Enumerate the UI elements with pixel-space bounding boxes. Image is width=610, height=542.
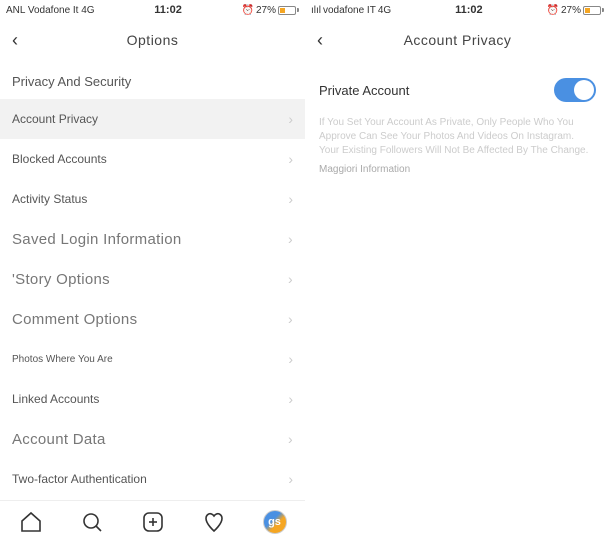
battery-icon bbox=[278, 6, 299, 15]
page-title: Options bbox=[0, 32, 305, 48]
carrier-label: ANL Vodafone It 4G bbox=[6, 5, 95, 16]
list-item-saved-login-information[interactable]: Saved Login Information › bbox=[0, 219, 305, 259]
chevron-right-icon: › bbox=[288, 191, 293, 207]
search-icon[interactable] bbox=[80, 510, 104, 534]
battery-icon bbox=[583, 6, 604, 15]
chevron-right-icon: › bbox=[288, 431, 293, 447]
list-item-label: Account Privacy bbox=[12, 112, 98, 126]
status-bar-right: ılıl vodafone IT 4G 11:02 ⏰ 27% bbox=[305, 0, 610, 20]
add-post-icon[interactable] bbox=[141, 510, 165, 534]
list-item-account-privacy[interactable]: Account Privacy › bbox=[0, 99, 305, 139]
account-privacy-screen: ılıl vodafone IT 4G 11:02 ⏰ 27% ‹ Accoun… bbox=[305, 0, 610, 542]
alarm-icon: ⏰ bbox=[242, 5, 254, 16]
nav-bar: ‹ Account Privacy bbox=[305, 20, 610, 60]
back-button[interactable]: ‹ bbox=[12, 30, 18, 51]
list-item-label: Account Data bbox=[12, 431, 106, 448]
tab-bar: gs bbox=[0, 500, 305, 542]
list-item-blocked-accounts[interactable]: Blocked Accounts › bbox=[0, 139, 305, 179]
chevron-right-icon: › bbox=[288, 391, 293, 407]
profile-avatar[interactable]: gs bbox=[263, 510, 287, 534]
network-label: 4G bbox=[378, 5, 391, 16]
battery-pct: 27% bbox=[256, 5, 276, 16]
nav-bar: ‹ Options bbox=[0, 20, 305, 60]
list-item-linked-accounts[interactable]: Linked Accounts › bbox=[0, 379, 305, 419]
more-info-link[interactable]: Maggiori Information bbox=[305, 162, 610, 177]
clock: 11:02 bbox=[154, 4, 182, 16]
private-account-row: Private Account bbox=[305, 60, 610, 112]
alarm-icon: ⏰ bbox=[547, 5, 559, 16]
list-item-label: Photos Where You Are bbox=[12, 354, 113, 365]
chevron-right-icon: › bbox=[288, 311, 293, 327]
settings-list: Account Privacy›Blocked Accounts›Activit… bbox=[0, 99, 305, 539]
list-item-two-factor-authentication[interactable]: Two-factor Authentication › bbox=[0, 459, 305, 499]
list-item-label: Blocked Accounts bbox=[12, 152, 107, 166]
chevron-right-icon: › bbox=[288, 271, 293, 287]
section-header-privacy: Privacy And Security bbox=[0, 60, 305, 99]
list-item-activity-status[interactable]: Activity Status › bbox=[0, 179, 305, 219]
list-item-label: Comment Options bbox=[12, 311, 137, 328]
home-icon[interactable] bbox=[19, 510, 43, 534]
list-item-photos-where-you-are[interactable]: Photos Where You Are › bbox=[0, 339, 305, 379]
list-item-label: Activity Status bbox=[12, 192, 87, 206]
status-bar-left: ANL Vodafone It 4G 11:02 ⏰ 27% bbox=[0, 0, 305, 20]
carrier-label: vodafone IT bbox=[323, 5, 376, 16]
signal-icon: ılıl bbox=[311, 5, 321, 16]
privacy-description: If You Set Your Account As Private, Only… bbox=[305, 112, 610, 162]
chevron-right-icon: › bbox=[288, 231, 293, 247]
chevron-right-icon: › bbox=[288, 471, 293, 487]
heart-icon[interactable] bbox=[202, 510, 226, 534]
avatar: gs bbox=[263, 510, 287, 534]
clock: 11:02 bbox=[455, 4, 483, 16]
chevron-right-icon: › bbox=[288, 351, 293, 367]
private-account-toggle[interactable] bbox=[554, 78, 596, 102]
page-title: Account Privacy bbox=[305, 32, 610, 48]
list-item-account-data[interactable]: Account Data › bbox=[0, 419, 305, 459]
list-item-label: Two-factor Authentication bbox=[12, 472, 147, 486]
private-account-label: Private Account bbox=[319, 83, 409, 98]
list-item-label: Saved Login Information bbox=[12, 231, 182, 248]
options-screen: ANL Vodafone It 4G 11:02 ⏰ 27% ‹ Options… bbox=[0, 0, 305, 542]
list-item-comment-options[interactable]: Comment Options › bbox=[0, 299, 305, 339]
list-item-label: 'Story Options bbox=[12, 271, 110, 288]
list-item--story-options[interactable]: 'Story Options › bbox=[0, 259, 305, 299]
back-button[interactable]: ‹ bbox=[317, 30, 323, 51]
chevron-right-icon: › bbox=[288, 111, 293, 127]
chevron-right-icon: › bbox=[288, 151, 293, 167]
battery-pct: 27% bbox=[561, 5, 581, 16]
list-item-label: Linked Accounts bbox=[12, 392, 99, 406]
